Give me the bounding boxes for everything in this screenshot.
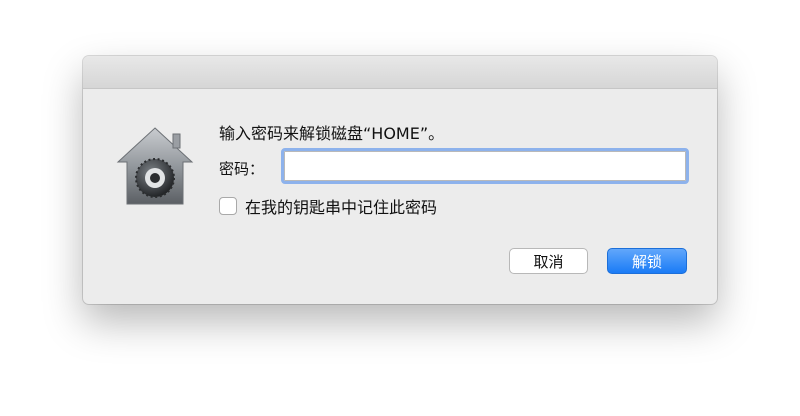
password-input[interactable]	[281, 148, 689, 184]
remember-in-keychain-option[interactable]: 在我的钥匙串中记住此密码	[219, 195, 437, 217]
unlock-button[interactable]: 解锁	[607, 248, 687, 274]
password-label: 密码：	[219, 160, 265, 178]
lock-house-icon	[115, 124, 195, 208]
remember-label: 在我的钥匙串中记住此密码	[245, 198, 438, 217]
screen: 输入密码来解锁磁盘“HOME”。 密码： 在我的钥匙串中记住此密码 取消 解锁	[0, 0, 800, 416]
cancel-button[interactable]: 取消	[509, 248, 588, 274]
unlock-message: 输入密码来解锁磁盘“HOME”。	[219, 124, 445, 143]
remember-checkbox[interactable]	[219, 197, 237, 215]
dialog-titlebar	[83, 56, 717, 89]
unlock-disk-dialog: 输入密码来解锁磁盘“HOME”。 密码： 在我的钥匙串中记住此密码 取消 解锁	[83, 56, 717, 304]
